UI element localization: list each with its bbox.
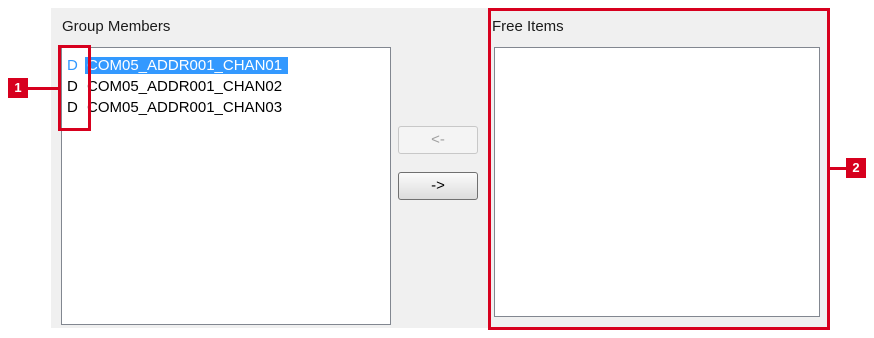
list-item[interactable]: D COM05_ADDR001_CHAN01	[65, 56, 383, 76]
move-to-group-button[interactable]: <-	[398, 126, 478, 154]
group-members-listbox[interactable]: D COM05_ADDR001_CHAN01 D COM05_ADDR001_CHA…	[61, 47, 391, 325]
move-to-free-button[interactable]: ->	[398, 172, 478, 200]
callout-1-highlight	[58, 45, 91, 131]
callout-2-leader-line	[830, 167, 846, 170]
group-members-label: Group Members	[62, 18, 171, 35]
item-name: COM05_ADDR001_CHAN03	[87, 99, 283, 116]
list-item[interactable]: D COM05_ADDR001_CHAN03	[65, 98, 383, 118]
callout-1-leader-line	[28, 87, 58, 90]
callout-1-badge: 1	[8, 78, 28, 98]
callout-2-badge: 2	[846, 158, 866, 178]
item-name: COM05_ADDR001_CHAN02	[87, 78, 283, 95]
list-item[interactable]: D COM05_ADDR001_CHAN02	[65, 77, 383, 97]
item-name: COM05_ADDR001_CHAN01	[85, 57, 289, 74]
callout-2-highlight	[488, 8, 830, 330]
